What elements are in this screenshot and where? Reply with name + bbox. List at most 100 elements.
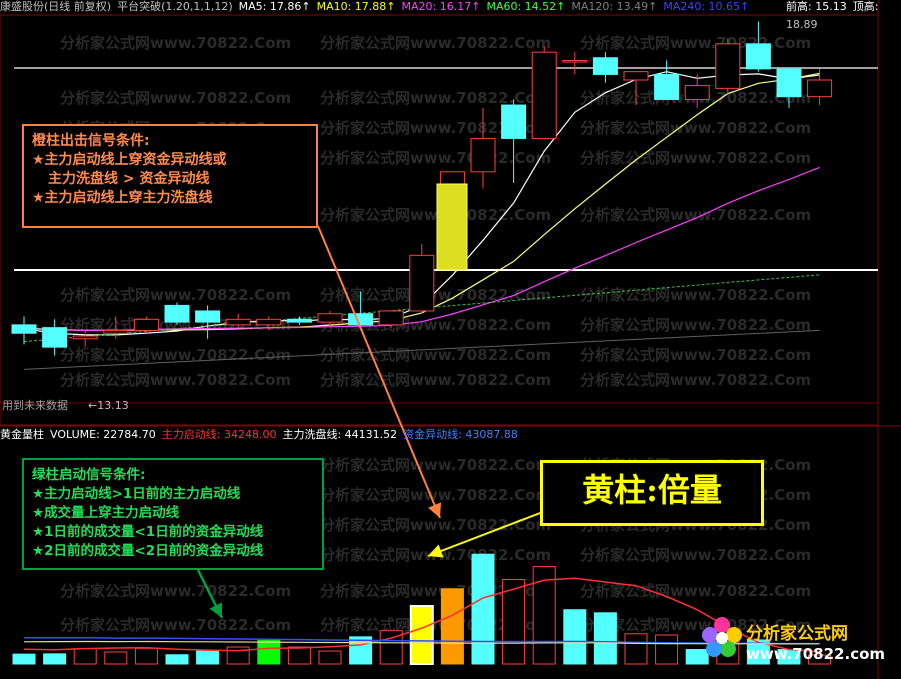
candle-body	[11, 324, 37, 334]
candle-body	[133, 318, 159, 331]
volume-bar	[440, 588, 464, 665]
watermark-text: 分析家公式网www.70822.Com	[60, 34, 291, 52]
watermark-text: 分析家公式网www.70822.Com	[320, 89, 551, 107]
orange-box-title: 橙柱出击信号条件:	[32, 133, 150, 149]
watermark-text: 分析家公式网www.70822.Com	[320, 371, 551, 389]
candle-body	[470, 137, 496, 173]
green-signal-box: 绿柱启动信号条件: ★主力启动线>1日前的主力启动线 ★成交量上穿主力启动线 ★…	[22, 458, 324, 570]
watermark-text: 分析家公式网www.70822.Com	[580, 119, 811, 137]
watermark-text: 分析家公式网www.70822.Com	[580, 346, 811, 364]
flower-icon	[702, 617, 742, 657]
watermark-text: 分析家公式网www.70822.Com	[320, 34, 551, 52]
candle-body	[72, 335, 98, 340]
ma-legend: MA5: 17.86↑ MA10: 17.88↑ MA20: 16.17↑ MA60:…	[239, 0, 756, 13]
candle-body	[286, 318, 312, 323]
watermark-text: 分析家公式网www.70822.Com	[320, 149, 551, 167]
volume-bar	[593, 612, 617, 665]
candle-body	[807, 79, 833, 98]
watermark-text: 分析家公式网www.70822.Com	[320, 486, 551, 504]
breakout-marker	[436, 183, 468, 271]
volume-legend-item: 主力启动线: 34248.00	[161, 428, 277, 441]
volume-bar	[655, 634, 679, 665]
stock-title: 康盛股份(日线 前复权)	[0, 0, 112, 13]
volume-legend: VOLUME: 22784.70 主力启动线: 34248.00 主力洗盘线: 44…	[50, 428, 524, 441]
candle-body	[715, 43, 741, 89]
volume-bar	[165, 654, 189, 665]
watermark-text: 分析家公式网www.70822.Com	[580, 546, 811, 564]
watermark-text: 分析家公式网www.70822.Com	[60, 582, 291, 600]
volume-bar	[624, 633, 648, 665]
volume-bar	[409, 605, 434, 665]
volume-bar	[318, 650, 342, 665]
watermark-text: 分析家公式网www.70822.Com	[580, 286, 811, 304]
volume-bar	[502, 579, 526, 665]
candle-body	[409, 254, 435, 312]
indicator-name: 平台突破(1.20,1,1,12)	[117, 0, 233, 13]
watermark-text: 分析家公式网www.70822.Com	[580, 316, 811, 334]
ma-legend-item: MA240: 10.65↑	[663, 0, 750, 13]
watermark-text: 分析家公式网www.70822.Com	[580, 582, 811, 600]
volume-legend-item: VOLUME: 22784.70	[50, 428, 156, 441]
candle-body	[164, 304, 190, 323]
green-box-line-2: ★成交量上穿主力启动线	[32, 505, 180, 521]
low-marker: ←13.13	[88, 399, 129, 412]
volume-bar	[287, 646, 311, 665]
green-box-line-3: ★1日前的成交量<1日前的资金异动线	[32, 524, 264, 540]
watermark-text: 分析家公式网www.70822.Com	[580, 206, 811, 224]
watermark-text: 分析家公式网www.70822.Com	[320, 206, 551, 224]
candle-body	[348, 313, 374, 326]
volume-bar	[196, 650, 220, 665]
logo-text-cn: 分析家公式网	[746, 624, 848, 644]
green-box-title: 绿柱启动信号条件:	[32, 467, 146, 483]
candle-body	[42, 327, 68, 348]
candle-body	[592, 57, 618, 75]
candle-body	[745, 43, 771, 70]
logo-text-url: www.70822.com	[746, 645, 886, 663]
volume-bar	[257, 640, 281, 665]
volume-legend-item: 资金异动线: 43087.88	[403, 428, 518, 441]
watermark-text: 分析家公式网www.70822.Com	[320, 516, 551, 534]
ma-legend-item: MA120: 13.49↑	[571, 0, 658, 13]
watermark-text: 分析家公式网www.70822.Com	[60, 616, 291, 634]
candle-body	[531, 51, 557, 139]
watermark-text: 分析家公式网www.70822.Com	[60, 371, 291, 389]
ma-legend-item: MA10: 17.88↑	[316, 0, 396, 13]
candle-body	[562, 60, 588, 63]
candle-body	[776, 68, 802, 98]
chart-frame: 分析家公式网www.70822.Com 分析家公式网www.70822.Com 分析…	[0, 0, 901, 679]
orange-box-line-2: 主力洗盘线 > 资金异动线	[48, 171, 210, 187]
volume-header: 黄金量柱 VOLUME: 22784.70 主力启动线: 34248.00 主力洗盘线…	[0, 428, 530, 442]
green-box-line-1: ★主力启动线>1日前的主力启动线	[32, 486, 241, 502]
watermark-text: 分析家公式网www.70822.Com	[320, 346, 551, 364]
watermark-text: 分析家公式网www.70822.Com	[580, 371, 811, 389]
candle-body	[317, 313, 343, 323]
candle-body	[623, 71, 649, 81]
ma-legend-item: MA20: 16.17↑	[401, 0, 481, 13]
high-marker: 18.89	[786, 18, 818, 31]
watermark-text: 分析家公式网www.70822.Com	[320, 286, 551, 304]
watermark-text: 分析家公式网www.70822.Com	[60, 346, 291, 364]
volume-bar	[12, 653, 36, 665]
watermark-text: 分析家公式网www.70822.Com	[320, 456, 551, 474]
volume-bar	[134, 647, 158, 665]
site-logo: 分析家公式网 www.70822.com	[700, 613, 890, 673]
ma-legend-item: MA5: 17.86↑	[238, 0, 311, 13]
volume-bar	[104, 651, 128, 665]
yellow-bar-label-box: 黄柱:倍量	[540, 460, 764, 526]
prev-high-label: 前高: 15.13 顶高:	[786, 0, 879, 13]
volume-title: 黄金量柱	[0, 428, 44, 441]
candle-body	[256, 318, 282, 326]
watermark-text: 分析家公式网www.70822.Com	[60, 89, 291, 107]
volume-bar	[563, 609, 587, 665]
orange-box-line-1: ★主力启动线上穿资金异动线或	[32, 152, 227, 168]
watermark-text: 分析家公式网www.70822.Com	[60, 286, 291, 304]
ma-legend-item: MA60: 14.52↑	[486, 0, 566, 13]
candle-body	[501, 104, 527, 139]
volume-bar	[73, 648, 97, 665]
volume-legend-item: 主力洗盘线: 44131.52	[282, 428, 398, 441]
orange-box-line-3: ★主力启动线上穿主力洗盘线	[32, 190, 213, 206]
candle-body	[225, 318, 251, 326]
volume-bar	[471, 553, 495, 665]
candle-body	[684, 85, 710, 100]
candle-body	[195, 310, 221, 323]
